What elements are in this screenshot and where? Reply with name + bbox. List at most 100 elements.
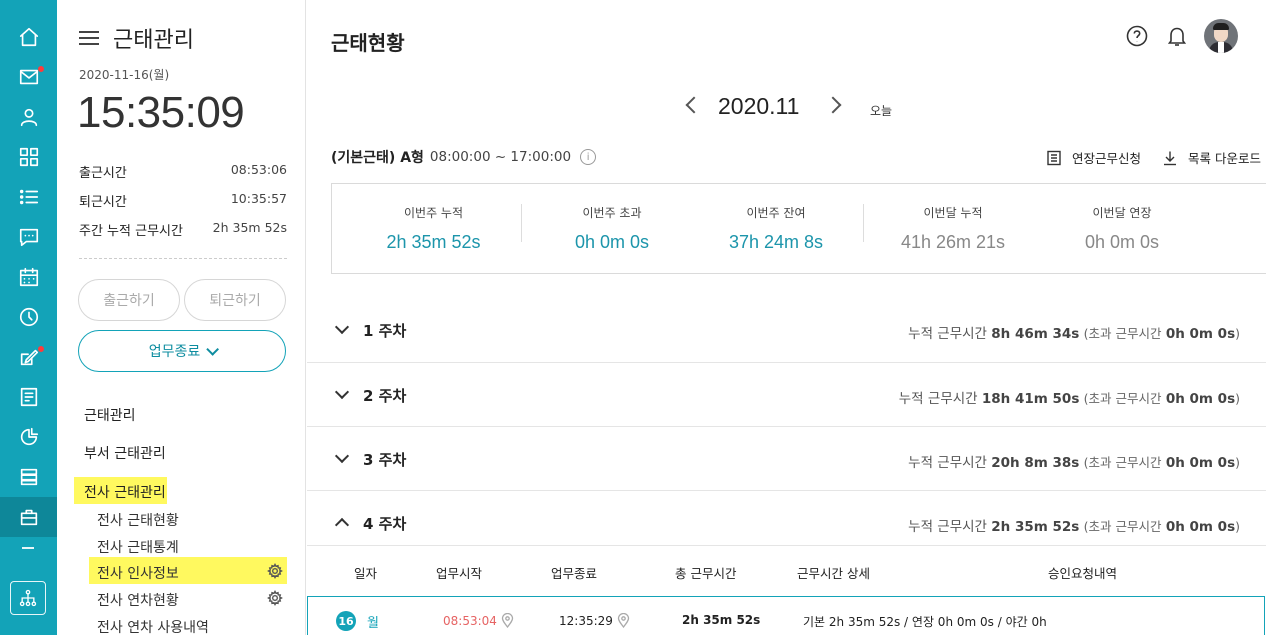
help-button[interactable]: [1125, 24, 1149, 48]
checkin-label: 출근시간: [79, 166, 127, 181]
day-weekday: 월: [367, 616, 379, 631]
overtime-request-button[interactable]: 연장근무신청: [1046, 148, 1141, 167]
chevron-left-icon[interactable]: [685, 96, 703, 114]
avatar[interactable]: [1204, 19, 1238, 53]
mail-badge: [38, 66, 44, 72]
rail-survey[interactable]: [0, 417, 57, 457]
submenu-company-stats[interactable]: 전사 근태통계: [97, 537, 179, 557]
menu-attendance[interactable]: 근태관리: [84, 405, 136, 425]
person-icon: [20, 108, 37, 127]
work-end-label: 업무종료: [148, 344, 201, 360]
rail-messenger[interactable]: [0, 217, 57, 257]
submenu-company-hr[interactable]: 전사 인사정보: [97, 563, 179, 583]
cell-end: 12:35:29: [559, 613, 630, 628]
col-detail: 근무시간 상세: [797, 566, 870, 581]
rail-home[interactable]: [0, 17, 57, 57]
chevron-down-icon: [334, 319, 350, 335]
summary-value: 37h 24m 8s: [728, 232, 824, 252]
checkin-button[interactable]: 출근하기: [78, 279, 180, 321]
week-name: 4 주차: [363, 515, 407, 533]
week-1-row[interactable]: 1 주차 누적 근무시간 8h 46m 34s (초과 근무시간 0h 0m 0…: [307, 298, 1266, 362]
briefcase-icon: [20, 509, 37, 526]
grid-icon: [19, 147, 38, 167]
icon-rail: [0, 0, 57, 635]
chevron-down-icon: [334, 448, 350, 464]
schedule-name: (기본근태) A형: [331, 150, 424, 166]
chevron-down-icon: [334, 384, 350, 400]
checkout-button[interactable]: 퇴근하기: [184, 279, 286, 321]
rail-approval[interactable]: [0, 337, 57, 377]
page-title: 근태현황: [331, 31, 405, 55]
weekly-total-label: 주간 누적 근무시간: [79, 224, 183, 239]
work-schedule: (기본근태) A형 08:00:00 ~ 17:00:00 i: [331, 147, 597, 167]
panel-divider: [79, 258, 287, 259]
rail-mail[interactable]: [0, 57, 57, 97]
rail-apps[interactable]: [0, 137, 57, 177]
rail-time[interactable]: [0, 297, 57, 337]
week-3-row[interactable]: 3 주차 누적 근무시간 20h 8m 38s (초과 근무시간 0h 0m 0…: [307, 426, 1266, 490]
menu-dept-attendance[interactable]: 부서 근태관리: [84, 443, 166, 463]
end-time: 12:35:29: [559, 613, 613, 628]
current-clock: 15:35:09: [77, 88, 245, 137]
week-2-row[interactable]: 2 주차 누적 근무시간 18h 41m 50s (초과 근무시간 0h 0m …: [307, 362, 1266, 426]
submenu-company-status[interactable]: 전사 근태현황: [97, 510, 179, 530]
col-end: 업무종료: [551, 566, 598, 581]
chevron-right-icon[interactable]: [824, 96, 842, 114]
table-row[interactable]: 16 월 08:53:04 12:35:29 2h 35m 52s 기본 2h …: [307, 596, 1265, 635]
rail-more-divider[interactable]: [22, 547, 34, 549]
checkin-value: 08:53:06: [230, 162, 287, 177]
summary-week-over: 이번주 초과 0h 0m 0s: [525, 184, 699, 273]
location-pin-icon[interactable]: [617, 613, 630, 628]
current-date: 2020-11-16(월): [79, 68, 170, 82]
submenu-leave-usage[interactable]: 전사 연차 사용내역: [97, 617, 209, 635]
checkout-label: 퇴근시간: [79, 195, 127, 210]
bell-icon: [1167, 27, 1187, 46]
col-date: 일자: [354, 566, 378, 581]
summary-month-overtime: 이번달 연장 0h 0m 0s: [1037, 184, 1207, 273]
rail-tasks[interactable]: [0, 177, 57, 217]
checkout-value: 10:35:57: [230, 191, 287, 206]
info-icon[interactable]: i: [580, 149, 597, 165]
rail-calendar[interactable]: [0, 257, 57, 297]
hamburger-icon[interactable]: [79, 30, 99, 46]
cell-detail: 기본 2h 35m 52s / 연장 0h 0m 0s / 야간 0h: [803, 615, 1047, 629]
rail-docs[interactable]: [0, 457, 57, 497]
rail-contacts[interactable]: [0, 97, 57, 137]
leave-settings-button[interactable]: [267, 590, 283, 606]
rail-board[interactable]: [0, 377, 57, 417]
rail-org-button[interactable]: [10, 581, 46, 615]
summary-value: 2h 35m 52s: [386, 232, 481, 252]
edit-icon: [20, 349, 38, 366]
week-name: 3 주차: [363, 451, 407, 469]
weekly-total-row: 주간 누적 근무시간 2h 35m 52s: [79, 220, 287, 239]
submenu-company-leave[interactable]: 전사 연차현황: [97, 590, 179, 610]
summary-value: 41h 26m 21s: [900, 232, 1006, 252]
month-label: 2020.11: [718, 93, 800, 119]
total-time: 2h 35m 52s: [682, 613, 761, 627]
download-list-label: 목록 다운로드: [1188, 151, 1261, 166]
notification-button[interactable]: [1165, 24, 1189, 48]
work-end-button[interactable]: 업무종료: [78, 330, 286, 372]
summary-value: 0h 0m 0s: [1084, 232, 1160, 252]
col-start: 업무시작: [436, 566, 483, 581]
summary-week-remain: 이번주 잔여 37h 24m 8s: [687, 184, 865, 273]
download-list-button[interactable]: 목록 다운로드: [1162, 148, 1261, 167]
rail-attendance[interactable]: [0, 497, 57, 537]
location-pin-icon[interactable]: [501, 613, 514, 628]
checkout-time-row: 퇴근시간 10:35:57: [79, 191, 287, 210]
mail-icon: [19, 69, 38, 85]
panel-header: 근태관리: [79, 22, 194, 54]
today-button[interactable]: 오늘: [870, 102, 892, 119]
app: 근태관리 2020-11-16(월) 15:35:09 출근시간 08:53:0…: [0, 0, 1266, 635]
menu-company-attendance[interactable]: 전사 근태관리: [84, 482, 166, 502]
summary-label: 이번달 연장: [1092, 206, 1152, 220]
hr-settings-button[interactable]: [267, 563, 283, 579]
summary-box: 이번주 누적 2h 35m 52s 이번주 초과 0h 0m 0s 이번주 잔여…: [331, 183, 1266, 274]
side-panel: 근태관리 2020-11-16(월) 15:35:09 출근시간 08:53:0…: [57, 0, 306, 635]
org-chart-icon: [19, 589, 37, 607]
week-name: 2 주차: [363, 387, 407, 405]
summary-week-total: 이번주 누적 2h 35m 52s: [342, 184, 525, 273]
summary-divider: [521, 204, 522, 242]
summary-label: 이번주 초과: [582, 206, 642, 220]
download-icon: [1164, 151, 1176, 165]
